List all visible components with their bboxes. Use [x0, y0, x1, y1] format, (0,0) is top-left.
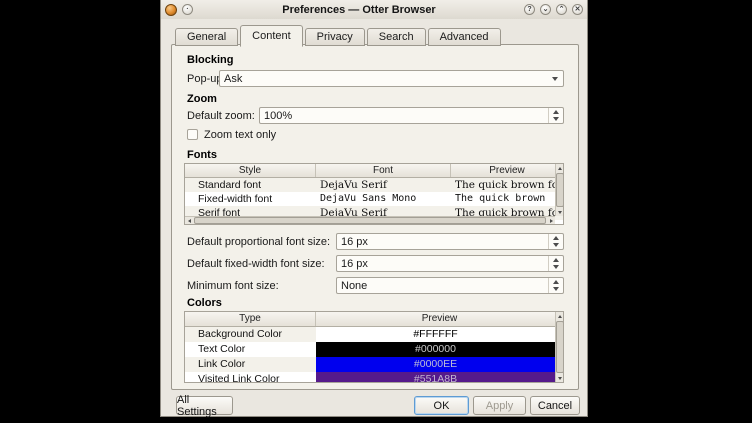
window-title: Preferences — Otter Browser — [201, 4, 517, 16]
titlebar: · Preferences — Otter Browser ? ⌄ ⌃ ✕ — [161, 0, 587, 19]
scrollbar-thumb[interactable] — [556, 173, 564, 207]
scrollbar-thumb[interactable] — [194, 217, 546, 224]
tab-search[interactable]: Search — [367, 28, 426, 46]
spin-down-icon[interactable] — [549, 286, 563, 294]
colors-table-header: Type Preview — [185, 312, 563, 327]
window-menu-button[interactable]: · — [182, 4, 193, 15]
blocking-heading: Blocking — [187, 54, 233, 66]
zoom-text-only-label: Zoom text only — [204, 129, 276, 141]
table-row-standard-font[interactable]: Standard font DejaVu Serif The quick bro… — [185, 178, 563, 192]
spin-down-icon[interactable] — [549, 242, 563, 250]
ok-button[interactable]: OK — [414, 396, 469, 415]
color-preview-swatch: #0000EE — [316, 357, 555, 372]
spin-up-icon[interactable] — [549, 278, 563, 286]
fonts-col-preview[interactable]: Preview — [451, 164, 563, 177]
table-row-visited-link-color[interactable]: Visited Link Color #551A8B — [185, 372, 563, 383]
chevron-down-icon — [547, 77, 563, 81]
popups-dropdown-value: Ask — [220, 73, 547, 85]
minimum-font-size-spinbox[interactable]: None — [336, 277, 564, 294]
maximize-icon[interactable]: ⌃ — [556, 4, 567, 15]
help-icon[interactable]: ? — [524, 4, 535, 15]
default-zoom-spinbox[interactable]: 100% — [259, 107, 564, 124]
color-preview-swatch: #FFFFFF — [316, 327, 555, 342]
fonts-col-font[interactable]: Font — [316, 164, 451, 177]
scroll-up-icon[interactable] — [556, 164, 564, 172]
table-row-background-color[interactable]: Background Color #FFFFFF — [185, 327, 563, 342]
otter-browser-app-icon — [165, 4, 177, 16]
shade-icon[interactable]: ⌄ — [540, 4, 551, 15]
color-preview-swatch: #551A8B — [316, 372, 555, 383]
scroll-right-icon[interactable] — [547, 217, 555, 225]
spin-up-icon[interactable] — [549, 234, 563, 242]
colors-heading: Colors — [187, 297, 222, 309]
proportional-font-size-label: Default proportional font size: — [187, 236, 330, 248]
minimum-font-size-label: Minimum font size: — [187, 280, 279, 292]
default-zoom-label: Default zoom: — [187, 110, 255, 122]
colors-col-type[interactable]: Type — [185, 312, 316, 326]
colors-table: Type Preview Background Color #FFFFFF Te… — [184, 311, 564, 383]
checkbox-icon[interactable] — [187, 129, 198, 140]
spin-down-icon[interactable] — [549, 264, 563, 272]
scroll-down-icon[interactable] — [556, 374, 564, 382]
table-row-link-color[interactable]: Link Color #0000EE — [185, 357, 563, 372]
fonts-table-vertical-scrollbar[interactable] — [555, 164, 563, 216]
popups-dropdown[interactable]: Ask — [219, 70, 564, 87]
fonts-table-horizontal-scrollbar[interactable] — [185, 216, 555, 224]
fonts-col-style[interactable]: Style — [185, 164, 316, 177]
spin-down-icon[interactable] — [549, 116, 563, 124]
table-row-fixed-width-font[interactable]: Fixed-width font DejaVu Sans Mono The qu… — [185, 192, 563, 206]
scroll-left-icon[interactable] — [185, 217, 193, 225]
content-tab-page: Blocking Pop-ups: Ask Zoom Default zoom:… — [171, 44, 579, 390]
colors-table-vertical-scrollbar[interactable] — [555, 312, 563, 382]
cancel-button[interactable]: Cancel — [530, 396, 580, 415]
table-row-text-color[interactable]: Text Color #000000 — [185, 342, 563, 357]
fixed-width-font-size-label: Default fixed-width font size: — [187, 258, 325, 270]
spin-up-icon[interactable] — [549, 108, 563, 116]
tab-content[interactable]: Content — [240, 25, 303, 47]
zoom-heading: Zoom — [187, 93, 217, 105]
scroll-down-icon[interactable] — [556, 208, 564, 216]
tab-advanced[interactable]: Advanced — [428, 28, 501, 46]
tab-privacy[interactable]: Privacy — [305, 28, 365, 46]
fixed-width-font-size-spinbox[interactable]: 16 px — [336, 255, 564, 272]
default-zoom-value: 100% — [260, 110, 548, 122]
fonts-heading: Fonts — [187, 149, 217, 161]
apply-button[interactable]: Apply — [473, 396, 526, 415]
preferences-tabbar: General Content Privacy Search Advanced — [175, 24, 503, 46]
color-preview-swatch: #000000 — [316, 342, 555, 357]
fonts-table: Style Font Preview Standard font DejaVu … — [184, 163, 564, 225]
scroll-up-icon[interactable] — [556, 312, 564, 320]
tab-general[interactable]: General — [175, 28, 238, 46]
close-icon[interactable]: ✕ — [572, 4, 583, 15]
scrollbar-thumb[interactable] — [556, 321, 564, 373]
all-settings-button[interactable]: All Settings — [176, 396, 233, 415]
preferences-dialog: · Preferences — Otter Browser ? ⌄ ⌃ ✕ Ge… — [160, 0, 588, 417]
colors-col-preview[interactable]: Preview — [316, 312, 563, 326]
fonts-table-header: Style Font Preview — [185, 164, 563, 178]
zoom-text-only-checkbox[interactable]: Zoom text only — [187, 129, 276, 141]
spin-up-icon[interactable] — [549, 256, 563, 264]
proportional-font-size-spinbox[interactable]: 16 px — [336, 233, 564, 250]
